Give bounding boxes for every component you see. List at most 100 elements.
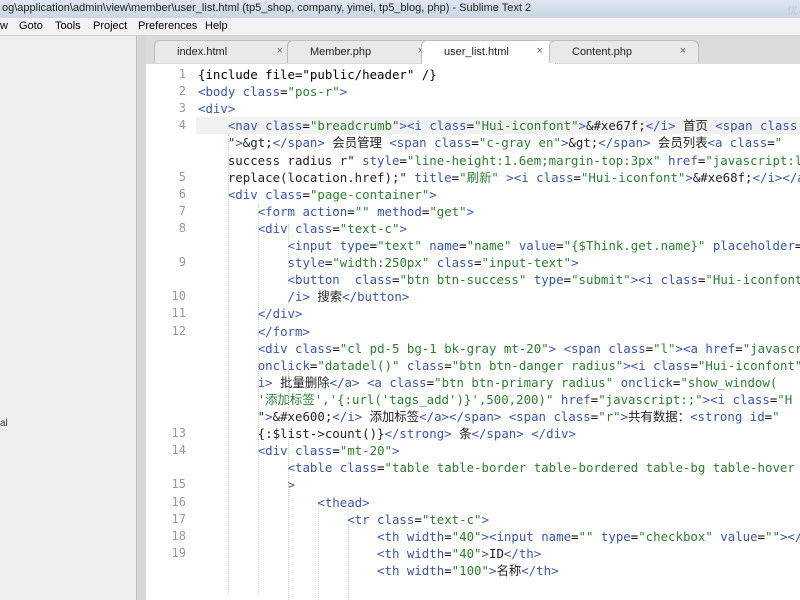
line-number: 11 bbox=[171, 306, 186, 321]
code-token: value bbox=[720, 528, 758, 544]
code-line[interactable]: {:$list->count()}</strong> 条</span> </di… bbox=[198, 425, 576, 442]
code-line[interactable]: <form action="" method="get"> bbox=[198, 203, 474, 220]
code-line[interactable]: /i> 搜索</button> bbox=[198, 288, 410, 305]
sidebar-item-label[interactable]: al bbox=[0, 418, 8, 429]
code-line[interactable]: success radius r" style="line-height:1.6… bbox=[198, 152, 800, 169]
code-token: <span bbox=[508, 409, 554, 424]
code-token: </strong> bbox=[384, 426, 452, 442]
code-line[interactable]: style="width:250px" class="input-text"> bbox=[198, 254, 579, 271]
code-token: > bbox=[623, 357, 631, 373]
code-token: style bbox=[362, 152, 400, 168]
code-token: "btn btn-danger radius" bbox=[451, 357, 624, 373]
code-token: <div bbox=[257, 220, 295, 236]
line-number: 5 bbox=[178, 169, 186, 184]
code-line[interactable]: </form> bbox=[198, 323, 310, 340]
menu-goto[interactable]: Goto bbox=[19, 20, 43, 32]
code-token: > bbox=[481, 511, 489, 527]
code-token: <div bbox=[257, 340, 295, 356]
code-token: = bbox=[444, 528, 452, 544]
tab-label: user_list.html bbox=[444, 46, 509, 58]
close-icon[interactable]: × bbox=[680, 45, 686, 57]
code-token: <tr bbox=[347, 511, 378, 527]
code-line[interactable]: ">&gt;</span> 会员管理 <span class="c-gray e… bbox=[198, 134, 782, 151]
code-token: class bbox=[660, 272, 698, 288]
code-editor[interactable]: 1 2 3 4 5 6 7 8 9 10 11 12 13 14 15 16 17 18 19 {include f… bbox=[146, 64, 800, 600]
code-line[interactable]: <nav class="breadcrumb"><i class="Hui-ic… bbox=[198, 117, 797, 134]
menu-help[interactable]: Help bbox=[205, 20, 228, 32]
code-line[interactable]: i> 批量删除</a> <a class="btn btn-primary ra… bbox=[198, 374, 778, 391]
code-token: <nav bbox=[227, 118, 266, 134]
code-token: = bbox=[474, 255, 482, 271]
code-line[interactable]: <div class="cl pd-5 bg-1 bk-gray mt-20">… bbox=[198, 340, 800, 357]
code-token: class bbox=[760, 118, 798, 134]
code-token: = bbox=[471, 135, 479, 151]
menu-tools[interactable]: Tools bbox=[55, 20, 81, 32]
code-line[interactable]: <div> bbox=[198, 100, 235, 117]
tab-label: index.html bbox=[177, 46, 228, 58]
code-token: = bbox=[377, 460, 385, 476]
code-token: = bbox=[563, 272, 572, 288]
code-line[interactable]: <thead> bbox=[198, 494, 369, 511]
menu-preferences[interactable]: Preferences bbox=[138, 20, 197, 32]
indent-guide bbox=[288, 224, 289, 284]
code-token: <i bbox=[406, 118, 430, 134]
code-line[interactable]: > bbox=[198, 476, 295, 493]
code-line[interactable]: {include file="public/header" /} bbox=[198, 66, 437, 83]
code-token: width bbox=[406, 528, 445, 544]
tab-index-html[interactable]: index.html × bbox=[154, 40, 296, 63]
code-line[interactable]: <div class="text-c"> bbox=[198, 220, 407, 237]
line-number: 10 bbox=[171, 289, 186, 304]
tab-user-list-html[interactable]: user_list.html × bbox=[421, 40, 556, 64]
code-token: > bbox=[481, 528, 489, 544]
line-number bbox=[146, 391, 186, 408]
tab-member-php[interactable]: Member.php × bbox=[287, 40, 437, 63]
code-token: = bbox=[735, 340, 743, 356]
code-token: <table bbox=[287, 460, 340, 476]
code-line[interactable]: <th width="40">ID</th> bbox=[198, 545, 541, 562]
code-line[interactable]: <th width="100">名称</th> bbox=[198, 562, 559, 579]
code-token: <form bbox=[257, 203, 303, 219]
line-number bbox=[146, 408, 186, 425]
code-token: width bbox=[406, 545, 445, 561]
tab-content-php[interactable]: Content.php × bbox=[549, 40, 699, 63]
code-token: " bbox=[198, 135, 236, 151]
code-token: </span> bbox=[272, 135, 325, 151]
sidebar[interactable]: al bbox=[0, 36, 136, 600]
menu-view[interactable]: w bbox=[0, 20, 8, 32]
menu-project[interactable]: Project bbox=[93, 20, 127, 32]
code-token: </div> bbox=[531, 426, 576, 442]
code-token: class bbox=[242, 84, 281, 100]
code-token: &#xe67f; bbox=[586, 118, 646, 134]
code-line[interactable]: replace(location.href);" title="刷新" ><i … bbox=[198, 169, 800, 186]
code-token: > bbox=[399, 118, 407, 134]
code-token: "" bbox=[765, 528, 780, 544]
code-area[interactable]: {include file="public/header" /} <body cl… bbox=[198, 64, 800, 600]
code-token: class bbox=[429, 118, 467, 134]
code-token: 搜索 bbox=[309, 289, 343, 305]
code-line[interactable]: <tr class="text-c"> bbox=[198, 511, 489, 528]
close-icon[interactable]: × bbox=[537, 45, 543, 57]
code-token: = bbox=[347, 203, 355, 219]
code-token: <i bbox=[638, 272, 661, 288]
line-number: 15 bbox=[171, 477, 186, 492]
code-line[interactable]: <div class="page-container"> bbox=[198, 186, 437, 203]
code-line[interactable]: ">&#xe600;</i> 添加标签</a></span> <span cla… bbox=[198, 408, 780, 425]
code-token: "javascript:;" bbox=[598, 391, 703, 407]
indent-guide bbox=[348, 524, 349, 600]
code-token: = bbox=[444, 357, 452, 373]
code-line[interactable]: </div> bbox=[198, 305, 303, 322]
code-token: success radius r" bbox=[198, 152, 363, 168]
code-line[interactable]: <body class="pos-r"> bbox=[198, 83, 347, 100]
line-number bbox=[146, 357, 186, 374]
close-icon[interactable]: × bbox=[277, 45, 283, 57]
